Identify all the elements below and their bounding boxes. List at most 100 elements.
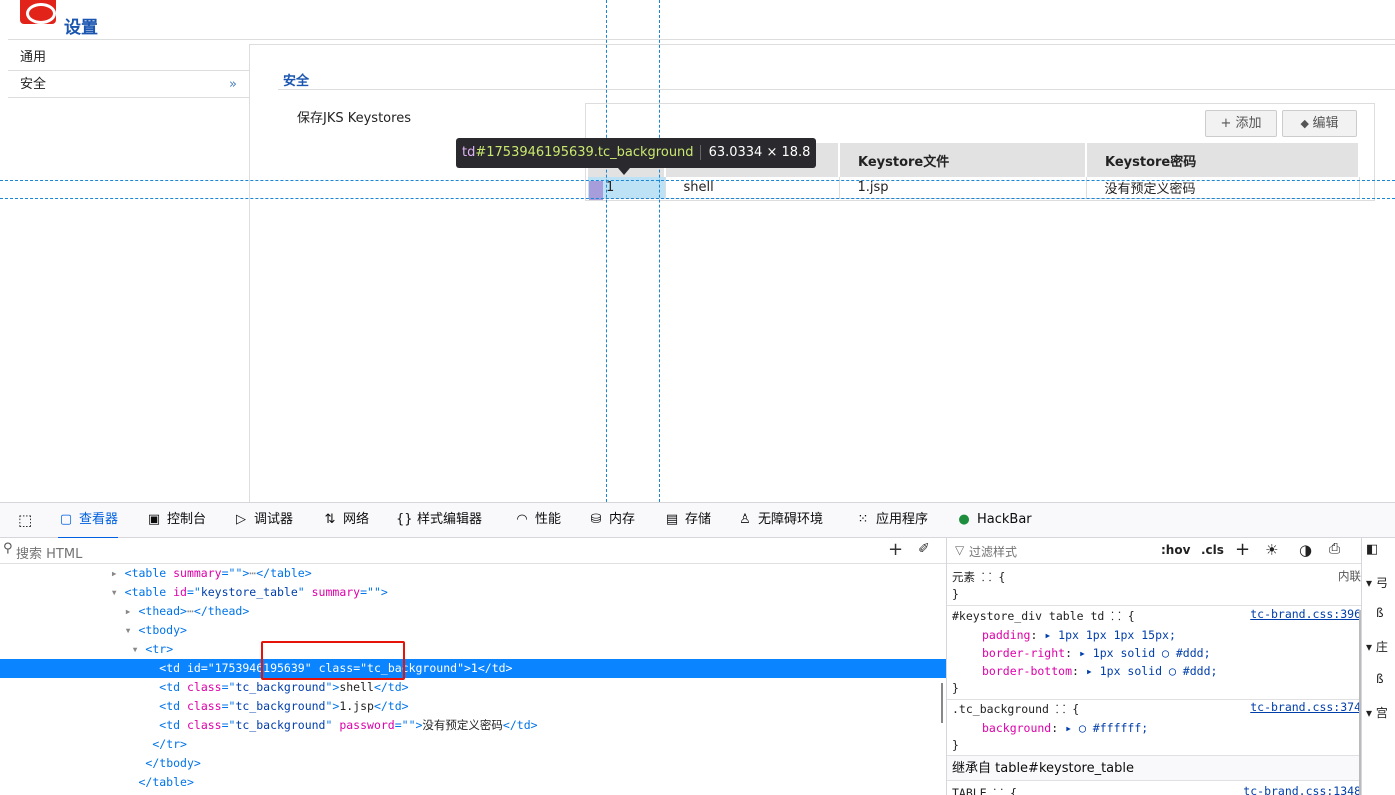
search-input[interactable]: 搜索 HTML xyxy=(16,543,82,562)
memory-icon: ⛁ xyxy=(590,512,602,527)
tab-debugger[interactable]: ▷ 调试器 xyxy=(233,503,293,539)
property-value: ▸ 1px solid ◯ #ddd; xyxy=(1078,646,1211,660)
add-button[interactable]: + 添加 xyxy=(1205,110,1277,137)
expand-twisty-icon[interactable]: ▸ xyxy=(125,604,139,618)
rule-selector: .tc_background ⸬ { xyxy=(952,702,1080,716)
expand-twisty-icon[interactable]: ▸ xyxy=(111,566,125,580)
markup-node-line[interactable]: <td class="tc_background">shell</td> xyxy=(0,678,946,697)
markup-node-line[interactable]: ▸ <thead>⋯</thead> xyxy=(0,602,946,621)
console-icon: ▣ xyxy=(147,512,161,527)
collapse-row[interactable]: ▾ 庄 xyxy=(1366,638,1388,655)
filter-styles-input[interactable]: 过滤样式 xyxy=(969,543,1017,560)
markup-token: <td xyxy=(159,680,187,694)
devtools-toolbar: ⬚ ▢ 查看器 ▣ 控制台 ▷ 调试器 ⇅ 网络 {} 样式编辑器 ◠ 性能 ⛁ 内存 ▤ 存储… xyxy=(0,502,1395,539)
sidebar-item-label: 安全 xyxy=(20,77,47,92)
eyedropper-icon[interactable]: ✐ xyxy=(918,541,930,557)
markup-token: tc_background xyxy=(235,718,326,732)
performance-icon: ◠ xyxy=(516,512,528,527)
markup-node-line[interactable]: <td class="tc_background" password="">没有… xyxy=(0,716,946,735)
markup-node-line[interactable]: </table> xyxy=(0,773,946,792)
rule-selector: #keystore_div table td ⸬ { xyxy=(952,609,1135,623)
markup-token: ⋯ xyxy=(186,604,194,618)
sidebar-item-general[interactable]: 通用 xyxy=(8,44,249,71)
header-divider xyxy=(8,39,1395,40)
edit-button[interactable]: ◆ 编辑 xyxy=(1282,110,1357,137)
markup-token: <td xyxy=(159,699,187,713)
markup-node-line[interactable]: ▾ <table id="keystore_table" summary=""> xyxy=(0,583,946,602)
layout-sidebar: ◧ ▾ 弓 ß ▾ 庄 ß ▾ 宫 xyxy=(1361,538,1395,795)
markup-scrollbar[interactable] xyxy=(941,683,943,723)
expand-twisty-icon[interactable]: ▾ xyxy=(125,623,139,637)
tab-inspector[interactable]: ▢ 查看器 xyxy=(58,503,119,539)
network-icon: ⇅ xyxy=(324,512,336,527)
filter-icon: ▽ xyxy=(955,543,965,557)
print-media-icon[interactable]: ⎙ xyxy=(1329,541,1340,557)
tab-console[interactable]: ▣ 控制台 xyxy=(146,503,206,539)
markup-node-line[interactable]: ▾ <tbody> xyxy=(0,621,946,640)
hackbar-icon: ● xyxy=(958,512,970,527)
search-icon: ⚲ xyxy=(3,541,13,556)
markup-token: <table xyxy=(124,585,174,599)
markup-node-line[interactable]: <td class="tc_background">1.jsp</td> xyxy=(0,697,946,716)
add-rule-icon[interactable]: + xyxy=(1235,539,1250,560)
tab-accessibility[interactable]: ♙ 无障碍环境 xyxy=(737,503,823,539)
markup-token: " xyxy=(325,718,340,732)
section-divider xyxy=(278,89,1395,90)
rule-source-link[interactable]: tc-brand.css:374 xyxy=(1250,700,1361,714)
tab-hackbar[interactable]: ● HackBar xyxy=(956,503,1031,539)
tab-application[interactable]: ⁙ 应用程序 xyxy=(855,503,928,539)
markup-node-line[interactable]: </tbody> xyxy=(0,754,946,773)
tab-performance[interactable]: ◠ 性能 xyxy=(514,503,561,539)
side-text: ß xyxy=(1376,606,1384,620)
tooltip-id: #1753946195639 xyxy=(475,145,594,160)
sidebar-item-security[interactable]: 安全 » xyxy=(8,71,249,98)
declaration: padding: ▸ 1px 1px 1px 15px; xyxy=(982,628,1176,642)
tab-label: 存储 xyxy=(685,512,712,527)
tab-network[interactable]: ⇅ 网络 xyxy=(322,503,369,539)
markup-token: </td> xyxy=(477,661,513,675)
expand-twisty-icon[interactable]: ▾ xyxy=(111,585,125,599)
markup-token: class xyxy=(186,680,222,694)
rules-view: ▽ 过滤样式 :hov .cls + ☀ ◑ ⎙ 元素 ⸬ { 内联 } #ke… xyxy=(947,538,1361,795)
tab-style-editor[interactable]: {} 样式编辑器 xyxy=(396,503,482,539)
hov-toggle[interactable]: :hov xyxy=(1161,543,1190,557)
markup-token: =""> xyxy=(394,718,423,732)
rule-source-link[interactable]: tc-brand.css:396 xyxy=(1250,607,1361,621)
panel-toggle-icon[interactable]: ◧ xyxy=(1366,542,1378,557)
rule-source-link[interactable]: tc-brand.css:1348 xyxy=(1243,784,1361,795)
side-text: ß xyxy=(1376,672,1384,686)
tab-storage[interactable]: ▤ 存储 xyxy=(664,503,711,539)
markup-node-line[interactable]: ▸ <table summary="">⋯</table> xyxy=(0,564,946,583)
markup-node-line[interactable]: ▾ <tr> xyxy=(0,640,946,659)
property-name: padding xyxy=(982,628,1031,642)
tab-memory[interactable]: ⛁ 内存 xyxy=(588,503,635,539)
element-picker-icon[interactable]: ⬚ xyxy=(18,503,32,539)
markup-token: <tbody> xyxy=(138,623,187,637)
cls-toggle[interactable]: .cls xyxy=(1201,543,1224,557)
markup-token: <table xyxy=(124,566,174,580)
markup-token: " xyxy=(297,585,312,599)
light-theme-icon[interactable]: ☀ xyxy=(1265,541,1278,559)
html-search-bar: ⚲ 搜索 HTML + ✐ xyxy=(0,538,946,564)
expand-twisty-icon[interactable]: ▾ xyxy=(132,642,146,656)
double-chevron-right-icon: » xyxy=(229,77,237,92)
markup-token: =" xyxy=(221,566,236,580)
markup-token: id xyxy=(173,585,187,599)
element-rule-selector: 元素 ⸬ { xyxy=(952,570,1006,584)
app-window: { "page": {"title": "设置"}, "sidebar": {"… xyxy=(0,0,1395,795)
markup-node-line[interactable]: <td id="1753946195639" class="tc_backgro… xyxy=(0,659,946,678)
tab-label: 网络 xyxy=(343,512,370,527)
collapse-row[interactable]: ▾ 弓 xyxy=(1366,574,1388,591)
collapse-row[interactable]: ▾ 宫 xyxy=(1366,704,1388,721)
add-node-icon[interactable]: + xyxy=(888,539,903,560)
dark-theme-icon[interactable]: ◑ xyxy=(1299,541,1312,559)
markup-node-line[interactable]: </tr> xyxy=(0,735,946,754)
